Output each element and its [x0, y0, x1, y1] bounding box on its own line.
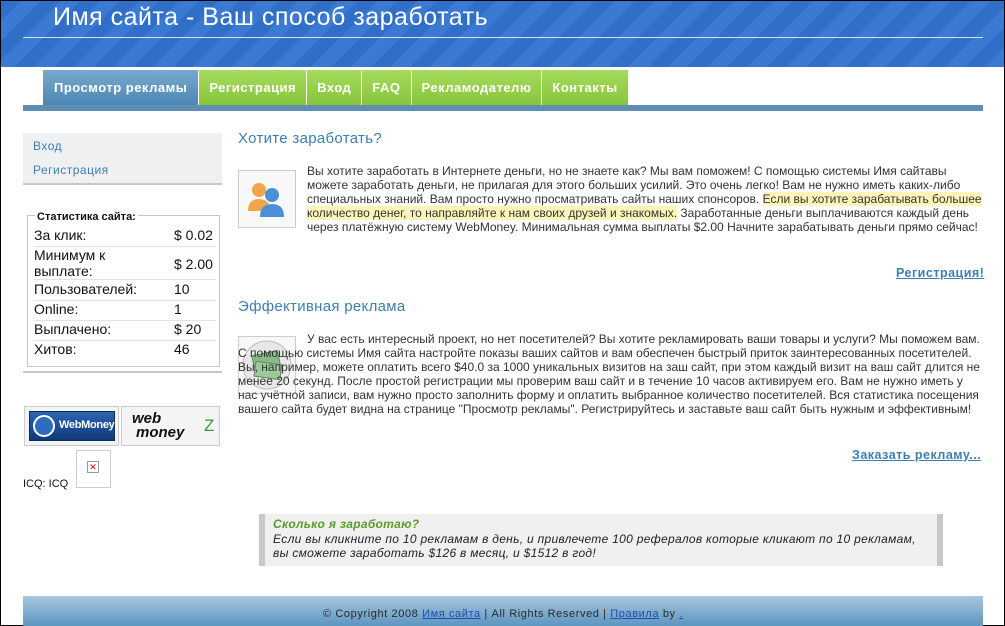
site-header: Имя сайта - Ваш способ заработать	[1, 1, 1004, 67]
stat-value: $ 20	[174, 321, 202, 337]
stat-value: 46	[174, 341, 190, 357]
webmoney-wmz-badge[interactable]: web money Z	[121, 406, 220, 446]
stat-row: Хитов: 46	[34, 341, 216, 361]
site-footer: © Copyright 2008 Имя сайта | All Rights …	[23, 596, 983, 626]
stat-label: Выплачено:	[34, 321, 112, 337]
footer-author-link[interactable]: .	[679, 608, 683, 620]
stat-row: Пользователей: 10	[34, 281, 216, 301]
tab-contacts[interactable]: Контакты	[542, 70, 629, 106]
stat-row: Выплачено: $ 20	[34, 321, 216, 341]
icq-status-image: ✕	[76, 450, 111, 488]
section-title-earn: Хотите заработать?	[238, 130, 382, 147]
stat-label: За клик:	[34, 227, 87, 243]
section-title-ads: Эффективная реклама	[238, 298, 406, 315]
nav-underline	[23, 105, 983, 111]
stat-value: $ 0.02	[174, 227, 213, 243]
stat-row: Online: 1	[34, 301, 216, 321]
stat-label: Хитов:	[34, 341, 77, 357]
main-nav: Просмотр рекламы Регистрация Вход FAQ Ре…	[43, 70, 629, 106]
stat-value: 10	[174, 281, 190, 297]
quote-answer: Если вы кликните по 10 рекламам в день, …	[273, 532, 916, 560]
by-text: by	[659, 608, 680, 620]
webmoney-label: WebMoney	[59, 419, 115, 431]
header-divider	[23, 37, 983, 38]
quote-question: Сколько я заработаю?	[273, 517, 420, 531]
stat-label: Online:	[34, 301, 79, 317]
site-title: Имя сайта - Ваш способ заработать	[53, 3, 489, 31]
sidebar-item-login[interactable]: Вход	[33, 139, 62, 153]
tab-view-ads[interactable]: Просмотр рекламы	[43, 70, 200, 106]
tab-login[interactable]: Вход	[307, 70, 363, 106]
section-text-earn: Вы хотите заработать в Интернете деньги,…	[307, 164, 983, 234]
section-text-ads: У вас есть интересный проект, но нет пос…	[238, 332, 980, 416]
footer-site-link[interactable]: Имя сайта	[422, 608, 481, 620]
rights-text: | All Rights Reserved |	[480, 608, 611, 620]
stat-row: За клик: $ 0.02	[34, 227, 216, 247]
globe-icon	[33, 415, 55, 437]
registration-link[interactable]: Регистрация!	[896, 266, 984, 280]
stat-label: Пользователей:	[34, 281, 138, 297]
footer-text: © Copyright 2008 Имя сайта | All Rights …	[23, 608, 983, 620]
copyright-text: © Copyright 2008	[323, 608, 423, 620]
stat-label: Минимум к выплате:	[34, 247, 106, 279]
webmoney-badge[interactable]: WebMoney	[24, 406, 119, 446]
wmz-logo-money: money	[136, 424, 185, 441]
tab-advertiser[interactable]: Рекламодателю	[411, 70, 543, 106]
sidebar-menu: Вход Регистрация	[23, 133, 222, 185]
footer-rules-link[interactable]: Правила	[610, 608, 659, 620]
tab-registration[interactable]: Регистрация	[199, 70, 308, 106]
stat-value: 1	[174, 301, 182, 317]
stats-title: Статистика сайта:	[35, 211, 138, 223]
icq-label: ICQ: ICQ	[23, 478, 69, 490]
earnings-quote: Сколько я заработаю? Если вы кликните по…	[259, 514, 943, 566]
site-stats-panel: Статистика сайта: За клик: $ 0.02 Миниму…	[23, 211, 222, 373]
users-icon	[238, 170, 296, 228]
stat-value: $ 2.00	[174, 256, 213, 272]
wmz-logo-z: Z	[204, 416, 215, 435]
stat-row: Минимум к выплате: $ 2.00	[34, 247, 216, 280]
broken-image-icon: ✕	[87, 461, 99, 473]
tab-faq[interactable]: FAQ	[362, 70, 412, 106]
sidebar-item-registration[interactable]: Регистрация	[33, 163, 109, 177]
order-ads-link[interactable]: Заказать рекламу...	[852, 448, 981, 462]
webmoney-logo: WebMoney	[29, 411, 115, 441]
